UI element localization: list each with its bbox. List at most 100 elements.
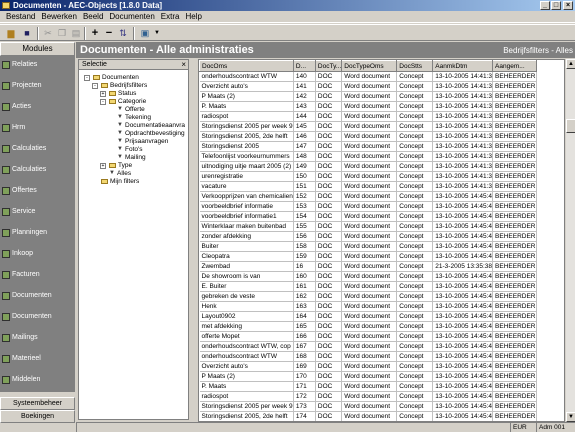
collapse-icon[interactable]: - xyxy=(92,83,98,89)
table-row[interactable]: uitnodiging uitje maart 2005 (2) 149 DOC Wo… xyxy=(199,161,537,172)
open-folder-icon[interactable]: ▆ xyxy=(4,27,18,40)
module-calculaties-2[interactable]: Calculaties xyxy=(0,161,75,179)
table-row[interactable]: P. Maats 171 DOC Word document Concept 13-10-… xyxy=(199,381,537,392)
table-row[interactable]: zonder afdekking 156 DOC Word document Conce… xyxy=(199,231,537,242)
refresh-icon[interactable]: ⇅ xyxy=(116,27,130,40)
table-row[interactable]: met afdekking 165 DOC Word document Concept 1… xyxy=(199,321,537,332)
column-header-docstts[interactable]: DocStts xyxy=(396,60,434,72)
module-acties[interactable]: Acties xyxy=(0,98,75,116)
module-facturen[interactable]: Facturen xyxy=(0,266,75,284)
paste-icon[interactable]: ▤ xyxy=(69,27,83,40)
table-row[interactable]: onderhoudscontract WTW 168 DOC Word documen… xyxy=(199,351,537,362)
module-hrm[interactable]: Hrm xyxy=(0,119,75,137)
maximize-icon[interactable]: □ xyxy=(551,1,561,10)
column-header-doctype[interactable]: DocTy... xyxy=(314,60,343,72)
table-row[interactable]: E. Buiter 161 DOC Word document Concept 13-10… xyxy=(199,281,537,292)
table-row[interactable]: Storingsdienst 2005 per week 9 145 DOC Word… xyxy=(199,121,537,132)
table-row[interactable]: Overzicht auto's 141 DOC Word document Conce… xyxy=(199,81,537,92)
module-planningen[interactable]: Planningen xyxy=(0,224,75,242)
tree-status[interactable]: + Status xyxy=(100,90,136,98)
module-documenten-2[interactable]: Documenten xyxy=(0,308,75,326)
vertical-scrollbar[interactable]: ▲ ▼ xyxy=(565,59,575,422)
table-row[interactable]: P. Maats 143 DOC Word document Concept 13-10-… xyxy=(199,101,537,112)
table-row[interactable]: Overzicht auto's 169 DOC Word document Conce… xyxy=(199,361,537,372)
tree-bedrijfsfilters[interactable]: - Bedrijfsfilters xyxy=(92,82,147,90)
tree-opdrachtbevestiging[interactable]: ▼ Opdrachtbevestiging xyxy=(117,130,185,138)
table-row[interactable]: Storingsdienst 2005, 2de helft 174 DOC Word… xyxy=(199,411,537,421)
tree-documentatieaanvraag[interactable]: ▼ Documentatieaanvra xyxy=(117,122,185,130)
chevron-down-icon[interactable]: ▼ xyxy=(150,27,164,40)
systeembeheer-button[interactable]: Systeembeheer xyxy=(0,397,75,410)
scroll-up-icon[interactable]: ▲ xyxy=(566,59,575,69)
close-icon[interactable]: × xyxy=(563,1,573,10)
column-header-doctypeoms[interactable]: DocTypeOms xyxy=(341,60,398,72)
table-row[interactable]: Cleopatra 159 DOC Word document Concept 13-10… xyxy=(199,251,537,262)
column-header-docoms[interactable]: DocOms xyxy=(199,60,294,72)
table-row[interactable]: onderhoudscontract WTW, cop 167 DOC Word do… xyxy=(199,341,537,352)
menu-bestand[interactable]: Bestand xyxy=(3,11,38,23)
expand-icon[interactable]: + xyxy=(100,163,106,169)
table-row[interactable]: gebreken de veste 162 DOC Word document Conc… xyxy=(199,291,537,302)
tree-fotos[interactable]: ▼ Foto's xyxy=(117,146,143,154)
scroll-down-icon[interactable]: ▼ xyxy=(566,412,575,422)
minimize-icon[interactable]: _ xyxy=(540,1,550,10)
menu-extra[interactable]: Extra xyxy=(158,11,183,23)
module-offertes[interactable]: Offertes xyxy=(0,182,75,200)
table-row[interactable]: urenregistratie 150 DOC Word document Concep… xyxy=(199,171,537,182)
table-row[interactable]: Zwembad 16 DOC Word document Concept 21-3-200… xyxy=(199,261,537,272)
table-row[interactable]: vacature 151 DOC Word document Concept 13-10-… xyxy=(199,181,537,192)
tree-offerte[interactable]: ▼ Offerte xyxy=(117,106,145,114)
table-row[interactable]: Buiter 158 DOC Word document Concept 13-10-20… xyxy=(199,241,537,252)
add-icon[interactable]: + xyxy=(88,27,102,40)
module-documenten[interactable]: Documenten xyxy=(0,287,75,305)
module-service[interactable]: Service xyxy=(0,203,75,221)
table-row[interactable]: voorbeeldbrief informatie 153 DOC Word docu… xyxy=(199,201,537,212)
tree-type[interactable]: + Type xyxy=(100,162,132,170)
menu-beeld[interactable]: Beeld xyxy=(80,11,106,23)
expand-icon[interactable]: + xyxy=(100,91,106,97)
tree-mijn-filters[interactable]: Mijn filters xyxy=(92,178,139,186)
table-row[interactable]: Layout0902 164 DOC Word document Concept 13-1… xyxy=(199,311,537,322)
cut-icon[interactable]: ✂ xyxy=(41,27,55,40)
table-row[interactable]: onderhoudscontract WTW 140 DOC Word documen… xyxy=(199,71,537,82)
table-row[interactable]: Storingsdienst 2005, 2de helft 146 DOC Word… xyxy=(199,131,537,142)
table-row[interactable]: offerte Mopet 166 DOC Word document Concept 1… xyxy=(199,331,537,342)
collapse-icon[interactable]: - xyxy=(84,75,90,81)
tree-mailing[interactable]: ▼ Mailing xyxy=(117,154,146,162)
menu-documenten[interactable]: Documenten xyxy=(106,11,157,23)
module-materieel[interactable]: Materieel xyxy=(0,350,75,368)
close-icon[interactable]: × xyxy=(181,60,186,70)
table-row[interactable]: radiospot 172 DOC Word document Concept 13-10… xyxy=(199,391,537,402)
table-row[interactable]: radiospot 144 DOC Word document Concept 13-10… xyxy=(199,111,537,122)
tree-categorie[interactable]: - Categorie xyxy=(100,98,146,106)
modules-header[interactable]: Modules xyxy=(0,42,75,56)
module-inkoop[interactable]: Inkoop xyxy=(0,245,75,263)
tree-prijsaanvragen[interactable]: ▼ Prijsaanvragen xyxy=(117,138,168,146)
tree-documenten[interactable]: - Documenten xyxy=(84,74,139,82)
menu-help[interactable]: Help xyxy=(182,11,204,23)
tree-alles[interactable]: ▼ Alles xyxy=(109,170,131,178)
module-calculaties[interactable]: Calculaties xyxy=(0,140,75,158)
table-row[interactable]: Telefoonlijst voorkeurnummers 148 DOC Word … xyxy=(199,151,537,162)
module-middelen[interactable]: Middelen xyxy=(0,371,75,389)
table-row[interactable]: P Maats (2) 170 DOC Word document Concept 13-… xyxy=(199,371,537,382)
table-row[interactable]: Storingsdienst 2005 147 DOC Word document Co… xyxy=(199,141,537,152)
table-row[interactable]: Winterklaar maken buitenbad 155 DOC Word do… xyxy=(199,221,537,232)
copy-icon[interactable]: ❐ xyxy=(55,27,69,40)
table-row[interactable]: Henk 163 DOC Word document Concept 13-10-2005… xyxy=(199,301,537,312)
save-icon[interactable]: ■ xyxy=(20,27,34,40)
module-projecten[interactable]: Projecten xyxy=(0,77,75,95)
collapse-icon[interactable]: - xyxy=(100,99,106,105)
remove-icon[interactable]: − xyxy=(102,27,116,40)
table-row[interactable]: Verkoopprijzen van chemicalien 152 DOC Word… xyxy=(199,191,537,202)
scroll-thumb[interactable] xyxy=(566,119,575,133)
column-header-docnr[interactable]: D... xyxy=(292,60,316,72)
table-row[interactable]: Storingsdienst 2005 per week 9 173 DOC Word… xyxy=(199,401,537,412)
tree-tekening[interactable]: ▼ Tekening xyxy=(117,114,151,122)
table-row[interactable]: De showroom is van 160 DOC Word document Con… xyxy=(199,271,537,282)
module-mailings[interactable]: Mailings xyxy=(0,329,75,347)
table-row[interactable]: P Maats (2) 142 DOC Word document Concept 13-… xyxy=(199,91,537,102)
column-header-aanmkdtm[interactable]: AanmkDtm xyxy=(432,60,494,72)
boekingen-button[interactable]: Boekingen xyxy=(0,410,75,423)
menu-bewerken[interactable]: Bewerken xyxy=(38,11,80,23)
